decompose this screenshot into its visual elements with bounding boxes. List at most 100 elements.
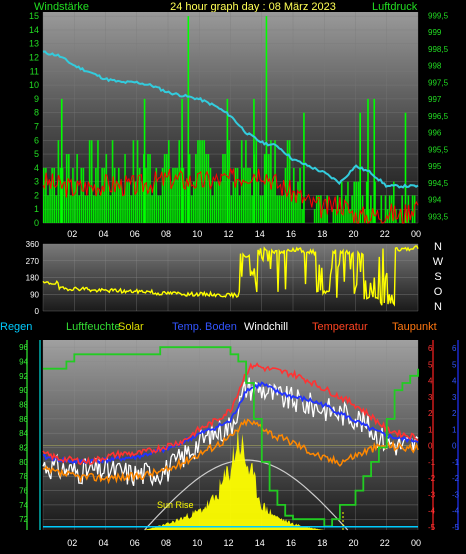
wind-bar: [380, 195, 383, 223]
x-tick-label: 14: [255, 538, 265, 548]
x-tick-label: 06: [130, 538, 140, 548]
direction-tick-label: 180: [26, 274, 40, 283]
wind-tick-label: 12: [29, 53, 39, 63]
wind-bar: [224, 154, 226, 223]
humidity-tick-label: 94: [19, 358, 28, 367]
temperature-tick-label: -4: [428, 507, 436, 516]
wind-bar: [101, 167, 103, 223]
wind-bar: [234, 167, 237, 223]
temperature-tick-label: -5: [428, 523, 436, 532]
wind-bar: [209, 167, 212, 223]
x-tick-label: 14: [255, 229, 265, 239]
wind-tick-label: 13: [29, 39, 39, 49]
wind-bar: [74, 181, 76, 223]
wind-bar: [88, 140, 91, 223]
wind-bar: [151, 195, 153, 223]
rain-tick-label: 6: [452, 344, 457, 353]
wind-bar: [55, 195, 58, 223]
wind-bar: [345, 195, 347, 223]
pressure-tick-label: 996,5: [428, 112, 449, 121]
wind-bar: [213, 181, 216, 223]
wind-bar: [215, 181, 218, 223]
pressure-tick-label: 998,5: [428, 45, 449, 54]
wind-bar: [126, 181, 128, 223]
wind-bar: [53, 167, 56, 223]
climate-x-labels: 02 04 06 08 10 12 14 16 18 20 22 00: [67, 538, 421, 548]
temperature-tick-label: 1: [428, 425, 433, 434]
wind-bar: [286, 140, 289, 223]
direction-tick-label: 360: [26, 240, 40, 249]
x-tick-label: 02: [67, 229, 77, 239]
wind-tick-label: 2: [34, 190, 39, 200]
wind-bar: [232, 181, 235, 223]
wind-bar: [238, 195, 241, 223]
direction-tick-label: 0: [35, 307, 40, 316]
wind-bar: [301, 209, 303, 223]
wind-bar: [68, 154, 70, 223]
pressure-tick-label: 999: [428, 28, 442, 37]
wind-bar: [103, 167, 106, 223]
pressure-tick-label: 993,5: [428, 212, 449, 221]
wind-bar: [299, 167, 301, 223]
pressure-tick-label: 997,5: [428, 78, 449, 87]
rain-tick-label: 3: [452, 393, 457, 402]
wind-tick-label: 5: [34, 149, 39, 159]
humidity-tick-label: 86: [19, 415, 28, 424]
rain-tick-label: -4: [452, 507, 460, 516]
pressure-tick-label: 994,5: [428, 179, 449, 188]
wind-bar: [107, 181, 110, 223]
legend-luftfeuchte: Luftfeuchte: [66, 321, 120, 333]
wind-tick-label: 4: [34, 163, 39, 173]
legend-temp_boden: Temp. Boden: [172, 321, 237, 333]
humidity-tick-label: 76: [19, 487, 28, 496]
wind-y-labels: 0123456789101112131415: [29, 11, 39, 228]
wind-bar: [190, 195, 193, 223]
humidity-tick-label: 90: [19, 386, 28, 395]
wind-bar: [230, 195, 233, 223]
rain-tick-label: 5: [452, 360, 457, 369]
temperature-tick-label: 0: [428, 442, 433, 451]
wind-bar: [272, 181, 274, 223]
wind-bar: [340, 181, 343, 223]
wind-bar: [84, 195, 87, 223]
wind-bar: [130, 195, 133, 223]
wind-bar: [338, 209, 341, 223]
rain-tick-label: -3: [452, 490, 460, 499]
wind-bar: [165, 154, 168, 223]
wind-bar: [280, 195, 283, 223]
wind-bar: [220, 181, 222, 223]
direction-tick-label: 90: [30, 290, 39, 299]
wind-bar: [249, 167, 251, 223]
wind-bar: [80, 167, 83, 223]
wind-axis-title: Windstärke: [34, 1, 89, 13]
wind-bar: [276, 195, 278, 223]
x-tick-label: 08: [161, 538, 171, 548]
x-tick-label: 04: [98, 229, 108, 239]
wind-bar: [138, 167, 141, 223]
wind-bar: [261, 195, 264, 223]
wind-bar: [70, 195, 72, 223]
wind-bar: [274, 140, 276, 223]
wind-bar: [313, 209, 316, 223]
wind-bar: [251, 195, 253, 223]
humidity-tick-label: 80: [19, 458, 28, 467]
wind-bar: [172, 167, 174, 223]
pressure-tick-label: 995,5: [428, 145, 449, 154]
wind-bar: [236, 167, 239, 223]
humidity-tick-label: 72: [19, 515, 28, 524]
temperature-tick-label: -2: [428, 474, 436, 483]
pressure-tick-label: 997: [428, 95, 442, 104]
compass-o: O: [434, 286, 443, 298]
humidity-tick-label: 88: [19, 401, 28, 410]
wind-bar: [195, 154, 197, 223]
graph-title: 24 hour graph day : 08 März 2023: [170, 1, 336, 13]
wind-tick-label: 15: [29, 11, 39, 21]
wind-bar: [105, 154, 108, 223]
humidity-tick-label: 96: [19, 343, 28, 352]
pressure-tick-label: 999,5: [428, 11, 449, 20]
rain-tick-label: -5: [452, 523, 460, 532]
wind-bar: [178, 140, 181, 223]
wind-bar: [268, 154, 270, 223]
x-tick-label: 10: [192, 229, 202, 239]
wind-bar: [47, 195, 49, 223]
